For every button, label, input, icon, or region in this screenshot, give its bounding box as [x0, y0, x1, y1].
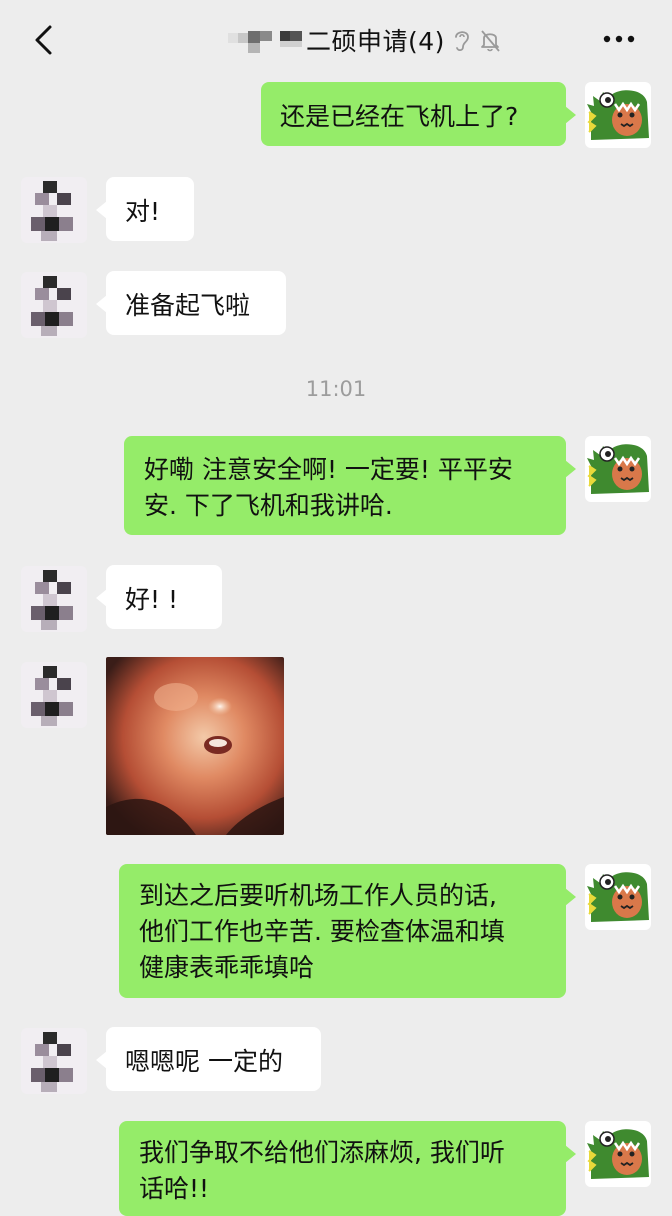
face-photo-icon [106, 657, 284, 835]
message-text: 好! ! [125, 585, 178, 614]
chat-header: 二硕申请(4) [0, 0, 672, 78]
timestamp: 11:01 [305, 377, 367, 401]
bell-muted-icon [481, 30, 500, 52]
dinosaur-avatar-icon [587, 872, 649, 922]
chat-title: 二硕申请(4) [306, 27, 445, 56]
blurred-name-icon [228, 23, 304, 57]
dinosaur-avatar-icon [587, 444, 649, 494]
my-avatar[interactable] [585, 1121, 651, 1187]
message-bubble-received[interactable]: 好! ! [96, 565, 222, 629]
more-icon[interactable] [603, 34, 635, 44]
message-text: 好嘞 注意安全啊! 一定要! 平平安 安. 下了飞机和我讲哈. [144, 455, 513, 520]
image-message[interactable] [106, 657, 284, 835]
message-bubble-sent[interactable]: 好嘞 注意安全啊! 一定要! 平平安 安. 下了飞机和我讲哈. [124, 436, 576, 535]
contact-avatar[interactable] [21, 662, 87, 728]
ear-icon [455, 31, 469, 52]
blurred-avatar-icon [31, 666, 73, 726]
blurred-avatar-icon [31, 570, 73, 630]
message-bubble-sent[interactable]: 到达之后要听机场工作人员的话, 他们工作也辛苦. 要检查体温和填 健康表乖乖填哈 [119, 864, 576, 998]
contact-avatar[interactable] [21, 177, 87, 243]
contact-avatar[interactable] [21, 566, 87, 632]
message-bubble-sent[interactable]: 还是已经在飞机上了? [261, 82, 576, 146]
back-icon[interactable] [30, 24, 60, 56]
message-text: 准备起飞啦 [125, 291, 251, 320]
message-text: 对! [125, 197, 161, 226]
my-avatar[interactable] [585, 864, 651, 930]
blurred-avatar-icon [31, 276, 73, 336]
contact-avatar[interactable] [21, 272, 87, 338]
message-text: 嗯嗯呢 一定的 [125, 1047, 283, 1076]
dinosaur-avatar-icon [587, 1129, 649, 1179]
chat-title-area: 二硕申请(4) [228, 20, 501, 60]
my-avatar[interactable] [585, 82, 651, 148]
message-text: 还是已经在飞机上了? [280, 102, 519, 131]
contact-avatar[interactable] [21, 1028, 87, 1094]
message-text: 我们争取不给他们添麻烦, 我们听 话哈!! [139, 1138, 505, 1203]
message-bubble-sent[interactable]: 我们争取不给他们添麻烦, 我们听 话哈!! [119, 1121, 576, 1216]
message-bubble-received[interactable]: 嗯嗯呢 一定的 [96, 1027, 321, 1091]
my-avatar[interactable] [585, 436, 651, 502]
message-text: 到达之后要听机场工作人员的话, 他们工作也辛苦. 要检查体温和填 健康表乖乖填哈 [139, 881, 505, 982]
blurred-avatar-icon [31, 181, 73, 241]
message-bubble-received[interactable]: 准备起飞啦 [96, 271, 286, 335]
dinosaur-avatar-icon [587, 90, 649, 140]
blurred-avatar-icon [31, 1032, 73, 1092]
message-bubble-received[interactable]: 对! [96, 177, 194, 241]
